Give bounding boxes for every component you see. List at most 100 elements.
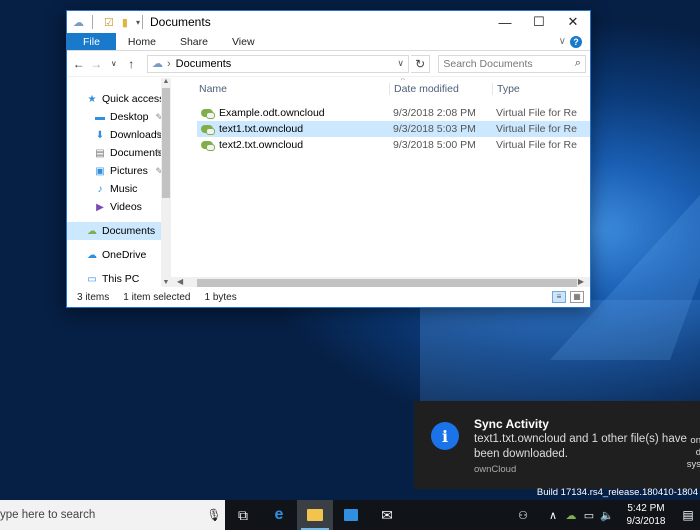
nav-item-pictures[interactable]: ▣ Pictures ✎ [67, 162, 171, 180]
music-icon: ♪ [97, 183, 103, 195]
nav-item-onedrive[interactable]: ☁ OneDrive [67, 246, 171, 264]
videos-icon: ▶ [96, 201, 104, 213]
tab-home[interactable]: Home [116, 33, 168, 50]
desktop-watermark-fragment: on d sys [686, 435, 700, 470]
sync-activity-notification[interactable]: i Sync Activity text1.txt.owncloud and 1… [414, 401, 700, 489]
onedrive-icon: ☁ [87, 249, 97, 261]
clock[interactable]: 5:42 PM 9/3/2018 [616, 502, 676, 528]
nav-item-owncloud-documents[interactable]: ☁ Documents [67, 222, 171, 240]
notification-title: Sync Activity [474, 417, 549, 431]
clock-date: 9/3/2018 [626, 516, 666, 527]
build-watermark: Build 17134.rs4_release.180410-1804 [536, 487, 698, 498]
sort-indicator-icon: ^ [401, 78, 405, 85]
clock-time: 5:42 PM [627, 503, 665, 514]
system-tray: ⚇ ∧ ☁ ▭ 🔈 5:42 PM 9/3/2018 ▤ [514, 500, 700, 530]
nav-item-videos[interactable]: ▶ Videos [67, 198, 171, 216]
downloads-icon: ⬇ [95, 129, 105, 141]
owncloud-icon: ☁ [152, 58, 163, 70]
selection-size: 1 bytes [204, 291, 237, 303]
nav-item-label: Music [110, 183, 138, 195]
column-header-name[interactable]: Name [171, 83, 389, 95]
breadcrumb-separator-icon: › [167, 57, 171, 70]
up-icon[interactable]: ↑ [124, 57, 140, 71]
scrollbar-thumb[interactable] [197, 279, 577, 287]
file-date: 9/3/2018 2:08 PM [393, 107, 476, 119]
address-dropdown-icon[interactable]: ∨ [397, 58, 404, 69]
nav-item-this-pc[interactable]: ▭ This PC [67, 270, 171, 288]
microphone-icon[interactable]: 🎙 [203, 508, 225, 522]
taskbar-search[interactable]: ype here to search 🎙 [0, 500, 225, 530]
star-icon: ★ [87, 93, 97, 105]
computer-icon: ▭ [87, 273, 97, 285]
task-view-icon[interactable]: ⧉ [225, 500, 261, 530]
scrollbar-thumb[interactable] [162, 88, 170, 198]
maximize-button[interactable]: ☐ [522, 11, 556, 33]
close-button[interactable]: ✕ [556, 11, 590, 33]
taskbar: ype here to search 🎙 ⧉ e ✉ ⚇ ∧ ☁ ▭ 🔈 5:4… [0, 500, 700, 530]
breadcrumb-documents[interactable]: Documents [176, 58, 398, 70]
tab-file[interactable]: File [67, 33, 116, 50]
forward-icon[interactable]: → [89, 57, 105, 71]
nav-item-documents[interactable]: ▤ Documents ✎ [67, 144, 171, 162]
file-row[interactable]: text2.txt.owncloud 9/3/2018 5:00 PM Virt… [197, 137, 590, 153]
owncloud-icon: ☁ [87, 225, 97, 237]
expand-ribbon-icon[interactable]: ∨ [559, 36, 566, 50]
people-icon[interactable]: ⚇ [514, 509, 532, 522]
column-header-type[interactable]: Type [492, 83, 590, 95]
owncloud-file-icon [201, 124, 215, 135]
nav-item-downloads[interactable]: ⬇ Downloads ✎ [67, 126, 171, 144]
properties-icon[interactable]: ☑ [104, 16, 114, 29]
address-bar[interactable]: ☁ › Documents ∨ [147, 54, 409, 73]
minimize-button[interactable]: — [488, 11, 522, 33]
search-input[interactable]: Search Documents [443, 58, 574, 70]
file-name: text1.txt.owncloud [219, 123, 304, 135]
file-explorer-icon[interactable] [297, 500, 333, 530]
network-icon[interactable]: ▭ [580, 509, 598, 522]
file-row-selected[interactable]: text1.txt.owncloud 9/3/2018 5:03 PM Virt… [197, 121, 590, 137]
nav-item-desktop[interactable]: ▬ Desktop ✎ [67, 108, 171, 126]
nav-item-quick-access[interactable]: ★ Quick access [67, 90, 171, 108]
file-explorer-window: ☁ ☑ ▮ ▾ Documents — ☐ ✕ File Home Share … [66, 10, 591, 308]
owncloud-file-icon [201, 108, 215, 119]
tab-view[interactable]: View [220, 33, 267, 50]
nav-item-label: Documents [102, 225, 156, 237]
action-center-icon[interactable]: ▤ [676, 508, 700, 522]
edge-browser-icon[interactable]: e [261, 500, 297, 530]
file-row[interactable]: Example.odt.owncloud 9/3/2018 2:08 PM Vi… [197, 105, 590, 121]
show-hidden-icons-icon[interactable]: ∧ [544, 509, 562, 522]
title-divider [142, 15, 143, 29]
item-count: 3 items [77, 291, 110, 303]
file-type: Virtual File for Re [496, 139, 577, 151]
help-icon[interactable]: ? [570, 36, 582, 48]
back-icon[interactable]: ← [71, 57, 87, 71]
file-type: Virtual File for Re [496, 123, 577, 135]
column-headers: ^ Name Date modified Type [171, 78, 590, 100]
large-icons-view-icon[interactable]: ▦ [570, 291, 584, 303]
scroll-right-icon[interactable]: ▶ [578, 277, 584, 286]
scroll-up-icon[interactable]: ▲ [161, 78, 171, 88]
file-date: 9/3/2018 5:00 PM [393, 139, 476, 151]
recent-locations-icon[interactable]: ∨ [106, 59, 122, 68]
nav-item-label: Downloads [110, 129, 162, 141]
customize-toolbar-icon[interactable]: ▾ [136, 18, 140, 27]
details-view-icon[interactable]: ≡ [552, 291, 566, 303]
address-row: ← → ∨ ↑ ☁ › Documents ∨ ↻ Search Documen… [67, 51, 590, 77]
notification-body: text1.txt.owncloud and 1 other file(s) h… [474, 433, 687, 460]
mail-icon[interactable]: ✉ [369, 500, 405, 530]
nav-item-music[interactable]: ♪ Music [67, 180, 171, 198]
owncloud-tray-icon[interactable]: ☁ [562, 509, 580, 522]
scroll-left-icon[interactable]: ◀ [177, 277, 183, 286]
refresh-button[interactable]: ↻ [410, 54, 431, 73]
nav-item-label: Desktop [110, 111, 149, 123]
nav-item-label: OneDrive [102, 249, 147, 261]
volume-icon[interactable]: 🔈 [598, 509, 616, 522]
taskbar-search-input[interactable]: ype here to search [0, 509, 203, 521]
new-folder-icon[interactable]: ▮ [122, 16, 128, 29]
store-icon[interactable] [333, 500, 369, 530]
explorer-body: ★ Quick access ▬ Desktop ✎ ⬇ Downloads ✎… [67, 78, 590, 289]
documents-icon: ▤ [95, 147, 105, 159]
tab-share[interactable]: Share [168, 33, 220, 50]
search-box[interactable]: Search Documents ⌕ [438, 54, 586, 73]
quick-access-toolbar: ☁ ☑ ▮ ▾ [67, 15, 142, 29]
nav-scrollbar[interactable]: ▲ ▼ [161, 78, 171, 289]
